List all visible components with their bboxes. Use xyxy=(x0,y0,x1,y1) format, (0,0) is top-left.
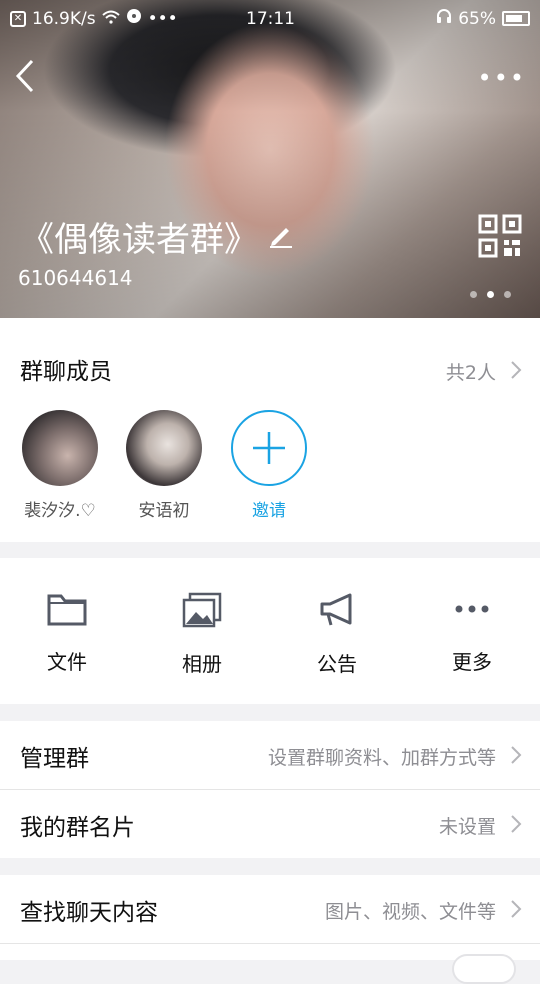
chevron-right-icon[interactable] xyxy=(510,360,522,380)
member-avatar[interactable] xyxy=(126,410,202,486)
qr-code-button[interactable] xyxy=(478,214,522,258)
members-section: 群聊成员 共2人 裴汐汐.♡ 安语初 邀请 xyxy=(0,318,540,542)
tool-label: 相册 xyxy=(182,652,222,676)
members-title: 群聊成员 xyxy=(20,359,112,385)
more-menu-button[interactable]: ••• xyxy=(478,64,526,92)
tool-label: 更多 xyxy=(452,650,492,674)
group-name: 《偶像读者群》 xyxy=(20,220,258,260)
chevron-right-icon xyxy=(511,746,522,764)
member-avatar[interactable] xyxy=(22,410,98,486)
music-icon xyxy=(126,8,142,29)
chevron-right-icon xyxy=(511,815,522,833)
row-value: 图片、视频、文件等 xyxy=(324,901,496,923)
plus-icon xyxy=(253,432,285,464)
pencil-icon xyxy=(270,228,292,248)
battery-icon xyxy=(502,11,530,26)
row-title: 我的群名片 xyxy=(20,815,135,841)
row-title: 管理群 xyxy=(20,746,89,772)
search-chat-history-row[interactable]: 查找聊天内容 图片、视频、文件等 xyxy=(0,875,540,943)
row-value: 未设置 xyxy=(438,816,496,838)
notification-icon: ✕ xyxy=(10,10,26,27)
tool-label: 文件 xyxy=(47,650,87,674)
member-name: 安语初 xyxy=(138,501,190,521)
member-count[interactable]: 共2人 xyxy=(446,358,496,385)
folder-icon xyxy=(47,594,87,626)
page-dot xyxy=(504,291,511,298)
manage-group-row[interactable]: 管理群 设置群聊资料、加群方式等 xyxy=(0,721,540,789)
announcement-button[interactable]: 公告 xyxy=(292,592,382,677)
more-status-icon: ••• xyxy=(147,8,178,29)
group-id: 610644614 xyxy=(18,266,133,290)
page-dot-active xyxy=(487,291,494,298)
more-tools-button[interactable]: 更多 xyxy=(427,592,517,675)
network-speed: 16.9K/s xyxy=(32,8,96,29)
chevron-left-icon xyxy=(15,59,34,93)
album-button[interactable]: 相册 xyxy=(157,592,247,677)
back-button[interactable] xyxy=(12,58,38,94)
page-dot xyxy=(470,291,477,298)
group-tools: 文件 相册 公告 更多 xyxy=(0,558,540,704)
invite-label[interactable]: 邀请 xyxy=(219,496,319,521)
row-value: 设置群聊资料、加群方式等 xyxy=(267,747,496,769)
member-name: 裴汐汐.♡ xyxy=(24,501,96,521)
wifi-icon xyxy=(101,9,120,29)
album-icon xyxy=(182,592,222,628)
megaphone-icon xyxy=(320,593,352,626)
invite-button[interactable] xyxy=(231,410,307,486)
ellipsis-icon xyxy=(455,605,489,613)
files-button[interactable]: 文件 xyxy=(22,592,112,675)
status-bar: ✕ 16.9K/s ••• 17:11 65% xyxy=(0,0,540,38)
my-group-card-row[interactable]: 我的群名片 未设置 xyxy=(0,790,540,858)
clock: 17:11 xyxy=(246,9,295,29)
next-row-partial[interactable] xyxy=(0,944,540,984)
qr-code-icon xyxy=(478,214,522,258)
ellipsis-icon: ••• xyxy=(477,64,526,92)
row-title: 查找聊天内容 xyxy=(20,900,158,926)
headphone-icon xyxy=(436,8,452,29)
cover-page-indicator xyxy=(470,291,511,298)
chevron-right-icon xyxy=(511,900,522,918)
battery-percent: 65% xyxy=(458,8,496,29)
toggle-switch[interactable] xyxy=(452,954,516,984)
tool-label: 公告 xyxy=(317,652,357,676)
edit-name-button[interactable] xyxy=(268,222,294,252)
